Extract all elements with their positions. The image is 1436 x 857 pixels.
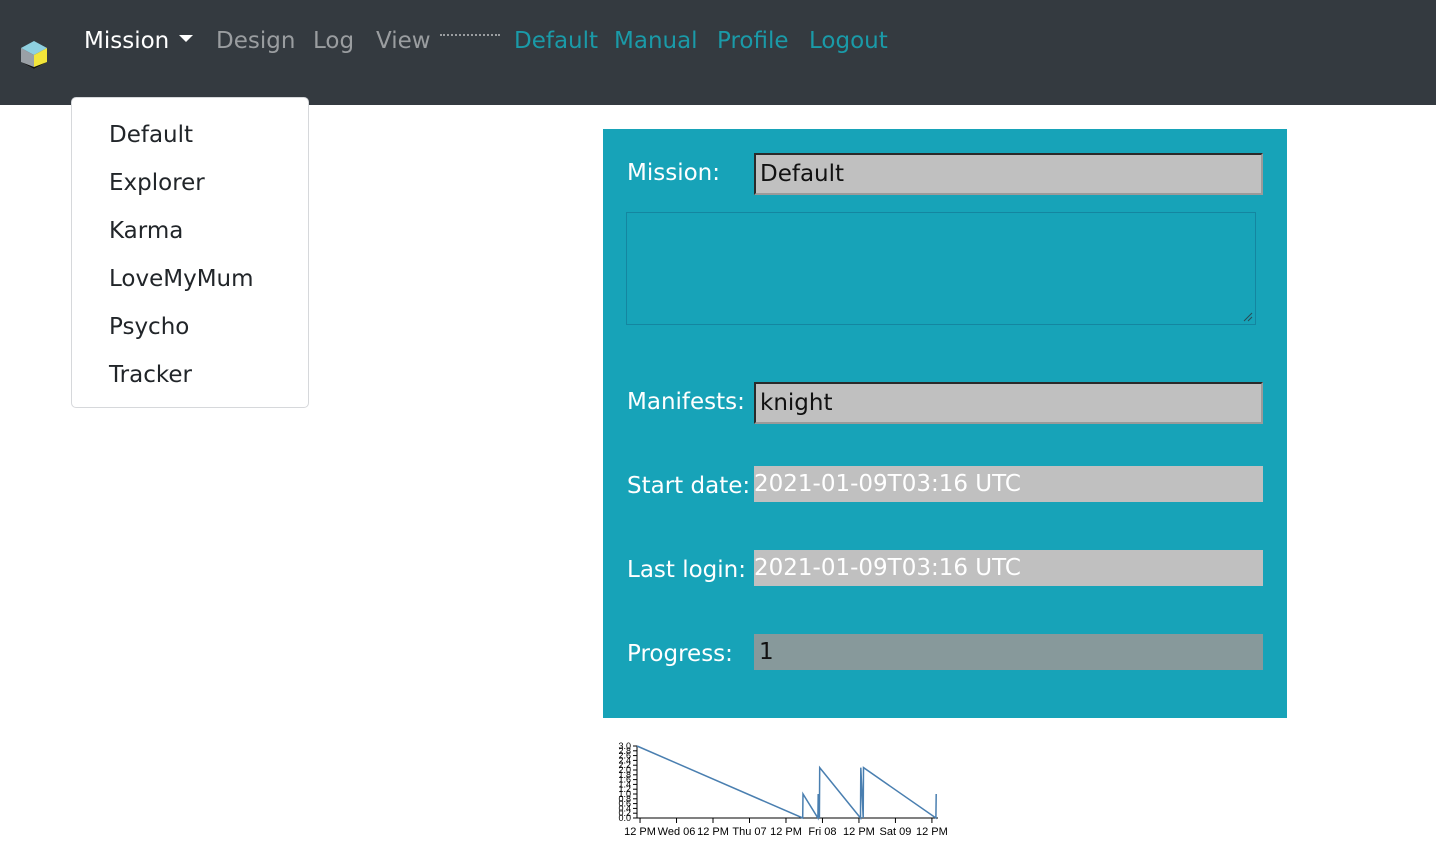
- manifests-input[interactable]: knight: [754, 382, 1263, 424]
- nav-design[interactable]: Design: [216, 26, 295, 56]
- x-tick-label: Fri 08: [808, 826, 836, 838]
- mission-description-textarea[interactable]: [626, 212, 1256, 325]
- x-tick-label: Thu 07: [732, 826, 766, 838]
- dropdown-item-default[interactable]: Default: [109, 120, 193, 150]
- x-tick-label: Wed 06: [658, 826, 696, 838]
- x-tick-label: 12 PM: [770, 826, 802, 838]
- resize-grip-icon[interactable]: [1243, 312, 1253, 322]
- dropdown-item-psycho[interactable]: Psycho: [109, 312, 189, 342]
- start-date-field: 2021-01-09T03:16 UTC: [754, 466, 1263, 502]
- last-login-field: 2021-01-09T03:16 UTC: [754, 550, 1263, 586]
- dropdown-item-tracker[interactable]: Tracker: [109, 360, 192, 390]
- start-date-label: Start date:: [627, 473, 751, 499]
- x-tick-label: 12 PM: [843, 826, 875, 838]
- chart-y-axis: 0.00.20.40.60.81.01.21.41.61.82.02.22.42…: [618, 741, 638, 823]
- x-tick-label: 12 PM: [916, 826, 948, 838]
- progress-line-chart: 0.00.20.40.60.81.01.21.41.61.82.02.22.42…: [618, 741, 948, 838]
- nav-divider: [440, 34, 500, 38]
- nav-mission-dropdown[interactable]: Mission: [84, 26, 194, 56]
- x-tick-label: 12 PM: [624, 826, 656, 838]
- chart-series-group: [636, 745, 937, 821]
- progress-field: 1: [754, 634, 1263, 670]
- series-line: [636, 745, 937, 821]
- manifests-label: Manifests:: [627, 389, 745, 415]
- nav-mission-label: Mission: [84, 28, 170, 54]
- dropdown-item-explorer[interactable]: Explorer: [109, 168, 205, 198]
- nav-manual-link[interactable]: Manual: [614, 26, 698, 56]
- cube-logo-icon[interactable]: [19, 39, 49, 71]
- dropdown-item-lovemymum[interactable]: LoveMyMum: [109, 264, 254, 294]
- last-login-label: Last login:: [627, 557, 746, 583]
- nav-log[interactable]: Log: [313, 26, 354, 56]
- nav-view[interactable]: View: [376, 26, 431, 56]
- progress-label: Progress:: [627, 641, 733, 667]
- x-tick-label: 12 PM: [697, 826, 729, 838]
- mission-panel: Mission: Default Manifests: knight Start…: [603, 129, 1287, 718]
- top-navbar: Mission Design Log View Default Manual P…: [0, 0, 1436, 105]
- dropdown-item-karma[interactable]: Karma: [109, 216, 183, 246]
- nav-default-link[interactable]: Default: [514, 26, 598, 56]
- x-tick-label: Sat 09: [880, 826, 912, 838]
- y-tick-label: 3.0: [618, 741, 631, 751]
- nav-profile-link[interactable]: Profile: [717, 26, 789, 56]
- mission-name-input[interactable]: Default: [754, 153, 1263, 195]
- caret-down-icon: [179, 35, 194, 42]
- mission-label: Mission:: [627, 160, 720, 186]
- mission-dropdown-menu: Default Explorer Karma LoveMyMum Psycho …: [71, 97, 309, 408]
- chart-x-axis: 12 PM Wed 06 12 PM Thu 07 12 PM Fri 08 12 PM Sa…: [624, 817, 948, 838]
- nav-logout-link[interactable]: Logout: [809, 26, 888, 56]
